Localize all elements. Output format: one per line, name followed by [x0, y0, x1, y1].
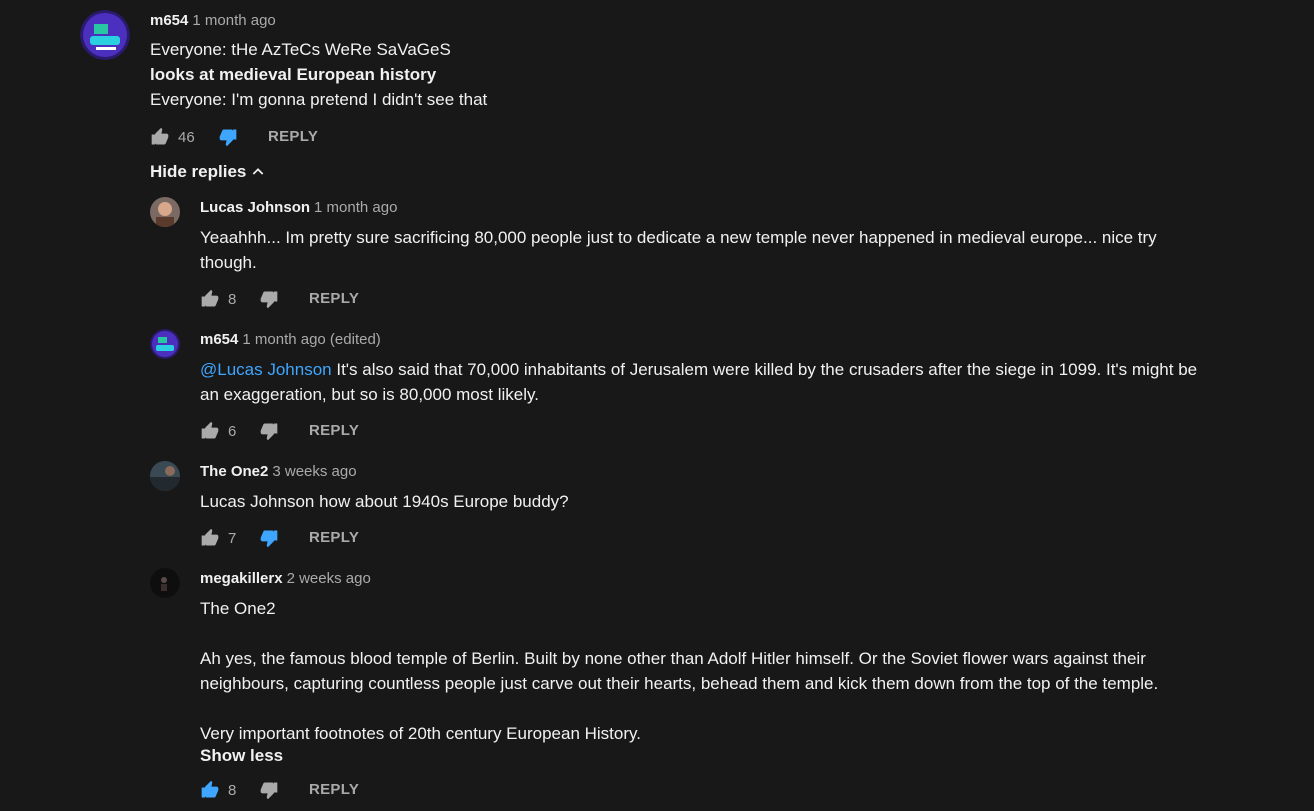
reply-text-line: neighbours, capturing countless people j…: [200, 674, 1159, 693]
reply-time[interactable]: 3 weeks ago: [272, 463, 356, 480]
avatar[interactable]: [150, 461, 180, 491]
dislike-button[interactable]: [259, 419, 279, 443]
thumb-up-icon: [201, 289, 219, 307]
like-button[interactable]: 7: [200, 526, 236, 550]
reply-text-line: @Lucas Johnson It's also said that 70,00…: [200, 360, 1197, 380]
thumb-down-icon: [260, 782, 278, 800]
like-button[interactable]: 8: [200, 287, 236, 311]
like-count: 6: [228, 422, 237, 440]
reply-author[interactable]: Lucas Johnson 1 month ago: [200, 199, 397, 216]
like-button[interactable]: 8: [200, 778, 236, 802]
avatar[interactable]: [150, 568, 180, 598]
show-less-button[interactable]: Show less: [200, 746, 283, 766]
reply-button[interactable]: REPLY: [309, 529, 359, 546]
reply-author[interactable]: The One2 3 weeks ago: [200, 463, 357, 480]
reply-text-line: Lucas Johnson how about 1940s Europe bud…: [200, 492, 569, 511]
hide-replies-label: Hide replies: [150, 162, 247, 181]
author-name[interactable]: m654: [150, 12, 188, 29]
hide-replies-button[interactable]: Hide replies: [150, 162, 266, 182]
reply-button[interactable]: REPLY: [309, 781, 359, 798]
reply-button[interactable]: REPLY: [309, 422, 359, 439]
comment-text-line: Everyone: tHe AzTeCs WeRe SaVaGeS: [150, 40, 451, 59]
reply-text-line: Ah yes, the famous blood temple of Berli…: [200, 649, 1146, 668]
reply-button[interactable]: REPLY: [268, 128, 318, 145]
reply-text-line: an exaggeration, but so is 80,000 most l…: [200, 385, 539, 404]
comment-text-line: looks at medieval European history: [150, 65, 437, 84]
thumb-down-icon: [260, 530, 278, 548]
dislike-button[interactable]: [259, 526, 279, 550]
author-name[interactable]: m654: [200, 331, 238, 348]
reply-text: It's also said that 70,000 inhabitants o…: [331, 360, 1198, 379]
like-button[interactable]: 6: [200, 419, 236, 443]
like-count: 46: [178, 128, 195, 146]
author-name[interactable]: Lucas Johnson: [200, 199, 310, 216]
thumb-up-icon: [151, 127, 169, 145]
reply-text-line: The One2: [200, 599, 276, 618]
thumb-down-icon: [260, 291, 278, 309]
reply-text-line: Very important footnotes of 20th century…: [200, 724, 641, 743]
avatar[interactable]: [80, 10, 130, 60]
like-count: 7: [228, 529, 237, 547]
comment-time[interactable]: 1 month ago: [192, 12, 275, 29]
mention-link[interactable]: @Lucas Johnson: [200, 360, 332, 379]
reply-time[interactable]: 1 month ago (edited): [242, 331, 380, 348]
reply-text-line: though.: [200, 253, 257, 272]
reply-button[interactable]: REPLY: [309, 290, 359, 307]
reply-text-line: Yeaahhh... Im pretty sure sacrificing 80…: [200, 228, 1157, 247]
like-button[interactable]: 46: [150, 125, 195, 149]
thumb-down-icon: [219, 129, 237, 147]
dislike-button[interactable]: [218, 125, 238, 149]
chevron-up-icon: [253, 168, 264, 175]
reply-time[interactable]: 1 month ago: [314, 199, 397, 216]
dislike-button[interactable]: [259, 778, 279, 802]
comment-author[interactable]: m654 1 month ago: [150, 12, 276, 29]
reply-author[interactable]: megakillerx 2 weeks ago: [200, 570, 371, 587]
avatar[interactable]: [150, 197, 180, 227]
author-name[interactable]: megakillerx: [200, 570, 283, 587]
reply-author[interactable]: m654 1 month ago (edited): [200, 331, 381, 348]
thumb-down-icon: [260, 423, 278, 441]
thumb-up-icon: [201, 528, 219, 546]
dislike-button[interactable]: [259, 287, 279, 311]
author-name[interactable]: The One2: [200, 463, 268, 480]
like-count: 8: [228, 290, 237, 308]
like-count: 8: [228, 781, 237, 799]
avatar[interactable]: [150, 329, 180, 359]
thumb-up-icon: [201, 780, 219, 798]
comment-text-line: Everyone: I'm gonna pretend I didn't see…: [150, 90, 488, 109]
reply-time[interactable]: 2 weeks ago: [287, 570, 371, 587]
thumb-up-icon: [201, 421, 219, 439]
